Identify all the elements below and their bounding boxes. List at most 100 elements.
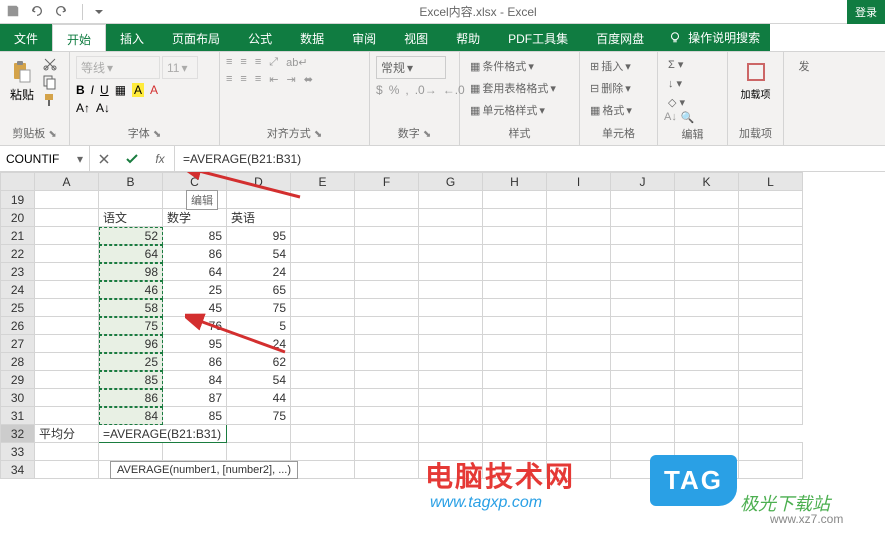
cell[interactable]: 85 bbox=[99, 371, 163, 389]
addins-button[interactable]: 加载项 bbox=[734, 56, 777, 105]
cell[interactable]: 84 bbox=[99, 407, 163, 425]
row-header[interactable]: 26 bbox=[1, 317, 35, 335]
comma-icon[interactable]: , bbox=[405, 83, 408, 97]
cell[interactable]: 5 bbox=[227, 317, 291, 335]
cell[interactable]: 86 bbox=[163, 353, 227, 371]
cell[interactable]: 95 bbox=[163, 335, 227, 353]
row-header[interactable]: 23 bbox=[1, 263, 35, 281]
cell[interactable]: 54 bbox=[227, 371, 291, 389]
cell[interactable]: 62 bbox=[227, 353, 291, 371]
formula-cancel-button[interactable] bbox=[90, 146, 118, 171]
cut-icon[interactable] bbox=[42, 56, 58, 72]
percent-icon[interactable]: % bbox=[389, 83, 400, 97]
number-format-select[interactable]: 常规 ▾ bbox=[376, 56, 446, 79]
row-header[interactable]: 21 bbox=[1, 227, 35, 245]
align-right-icon[interactable]: ≡ bbox=[255, 73, 261, 86]
col-header[interactable]: J bbox=[611, 173, 675, 191]
autosum-button[interactable]: Σ ▾ bbox=[664, 56, 721, 73]
row-header[interactable]: 28 bbox=[1, 353, 35, 371]
cell-styles-button[interactable]: ▦ 单元格样式 ▾ bbox=[466, 100, 573, 120]
chevron-down-icon[interactable]: ▾ bbox=[77, 152, 83, 166]
tab-formulas[interactable]: 公式 bbox=[234, 24, 286, 51]
align-top-icon[interactable]: ≡ bbox=[226, 56, 232, 69]
cell[interactable]: 86 bbox=[163, 245, 227, 263]
row-header[interactable]: 34 bbox=[1, 461, 35, 479]
qat-dropdown-icon[interactable] bbox=[95, 8, 103, 16]
cell[interactable]: 25 bbox=[163, 281, 227, 299]
launcher-icon[interactable]: ⬊ bbox=[153, 129, 161, 140]
cell[interactable]: 76 bbox=[163, 317, 227, 335]
cell[interactable]: 语文 bbox=[99, 209, 163, 227]
copy-icon[interactable] bbox=[42, 74, 58, 90]
orientation-icon[interactable]: ⤢ bbox=[269, 56, 278, 69]
border-button[interactable]: ▦ bbox=[115, 83, 126, 97]
tab-insert[interactable]: 插入 bbox=[106, 24, 158, 51]
cell[interactable]: 87 bbox=[163, 389, 227, 407]
format-painter-icon[interactable] bbox=[42, 92, 58, 108]
indent-dec-icon[interactable]: ⇤ bbox=[269, 73, 278, 86]
font-size-select[interactable]: 11 ▾ bbox=[162, 56, 198, 79]
decrease-font-icon[interactable]: A↓ bbox=[96, 101, 110, 115]
increase-font-icon[interactable]: A↑ bbox=[76, 101, 90, 115]
delete-cells-button[interactable]: ⊟ 删除 ▾ bbox=[586, 78, 651, 98]
formula-input[interactable]: =AVERAGE(B21:B31) bbox=[175, 152, 885, 166]
font-family-select[interactable]: 等线 ▾ bbox=[76, 56, 160, 79]
cell[interactable]: 85 bbox=[163, 227, 227, 245]
insert-cells-button[interactable]: ⊞ 插入 ▾ bbox=[586, 56, 651, 76]
cell[interactable]: 46 bbox=[99, 281, 163, 299]
cell[interactable]: 64 bbox=[163, 263, 227, 281]
align-bottom-icon[interactable]: ≡ bbox=[255, 56, 261, 69]
cell[interactable]: 24 bbox=[227, 263, 291, 281]
inc-decimal-icon[interactable]: .0→ bbox=[415, 83, 437, 97]
col-header[interactable]: G bbox=[419, 173, 483, 191]
tell-me-search[interactable]: 操作说明搜索 bbox=[658, 24, 770, 51]
tab-file[interactable]: 文件 bbox=[0, 24, 52, 51]
select-all-corner[interactable] bbox=[1, 173, 35, 191]
cell[interactable]: 45 bbox=[163, 299, 227, 317]
tab-home[interactable]: 开始 bbox=[52, 24, 106, 51]
tab-baidu[interactable]: 百度网盘 bbox=[582, 24, 658, 51]
launcher-icon[interactable]: ⬊ bbox=[48, 129, 56, 140]
row-header[interactable]: 25 bbox=[1, 299, 35, 317]
tab-help[interactable]: 帮助 bbox=[442, 24, 494, 51]
row-header[interactable]: 32 bbox=[1, 425, 35, 443]
cell[interactable]: 86 bbox=[99, 389, 163, 407]
paste-button[interactable]: 粘贴 bbox=[6, 56, 38, 123]
conditional-format-button[interactable]: ▦ 条件格式 ▾ bbox=[466, 56, 573, 76]
cell[interactable]: 54 bbox=[227, 245, 291, 263]
cell[interactable]: 52 bbox=[99, 227, 163, 245]
cell[interactable]: 85 bbox=[163, 407, 227, 425]
currency-icon[interactable]: $ bbox=[376, 83, 383, 97]
row-header[interactable]: 33 bbox=[1, 443, 35, 461]
cell[interactable]: 75 bbox=[227, 407, 291, 425]
cell[interactable]: 数学 bbox=[163, 209, 227, 227]
cell[interactable]: 平均分 bbox=[35, 425, 99, 443]
save-icon[interactable] bbox=[6, 4, 22, 20]
bold-button[interactable]: B bbox=[76, 83, 85, 97]
cell[interactable]: 65 bbox=[227, 281, 291, 299]
clear-button[interactable]: ◇ ▾ bbox=[664, 94, 721, 111]
tab-review[interactable]: 审阅 bbox=[338, 24, 390, 51]
fill-button[interactable]: ↓ ▾ bbox=[664, 75, 721, 92]
tab-view[interactable]: 视图 bbox=[390, 24, 442, 51]
align-center-icon[interactable]: ≡ bbox=[240, 73, 246, 86]
insert-function-button[interactable]: fx bbox=[146, 146, 174, 171]
row-header[interactable]: 29 bbox=[1, 371, 35, 389]
merge-icon[interactable]: ⬌ bbox=[304, 73, 313, 86]
font-color-button[interactable]: A bbox=[150, 83, 158, 97]
cell[interactable]: 98 bbox=[99, 263, 163, 281]
row-header[interactable]: 20 bbox=[1, 209, 35, 227]
row-header[interactable]: 19 bbox=[1, 191, 35, 209]
cell[interactable]: 25 bbox=[99, 353, 163, 371]
launcher-icon[interactable]: ⬊ bbox=[423, 129, 431, 140]
col-header[interactable]: K bbox=[675, 173, 739, 191]
cell[interactable]: 英语 bbox=[227, 209, 291, 227]
row-header[interactable]: 30 bbox=[1, 389, 35, 407]
cell[interactable]: 58 bbox=[99, 299, 163, 317]
row-header[interactable]: 27 bbox=[1, 335, 35, 353]
launcher-icon[interactable]: ⬊ bbox=[314, 129, 322, 140]
tab-layout[interactable]: 页面布局 bbox=[158, 24, 234, 51]
indent-inc-icon[interactable]: ⇥ bbox=[286, 73, 295, 86]
cell[interactable]: 64 bbox=[99, 245, 163, 263]
col-header[interactable]: H bbox=[483, 173, 547, 191]
